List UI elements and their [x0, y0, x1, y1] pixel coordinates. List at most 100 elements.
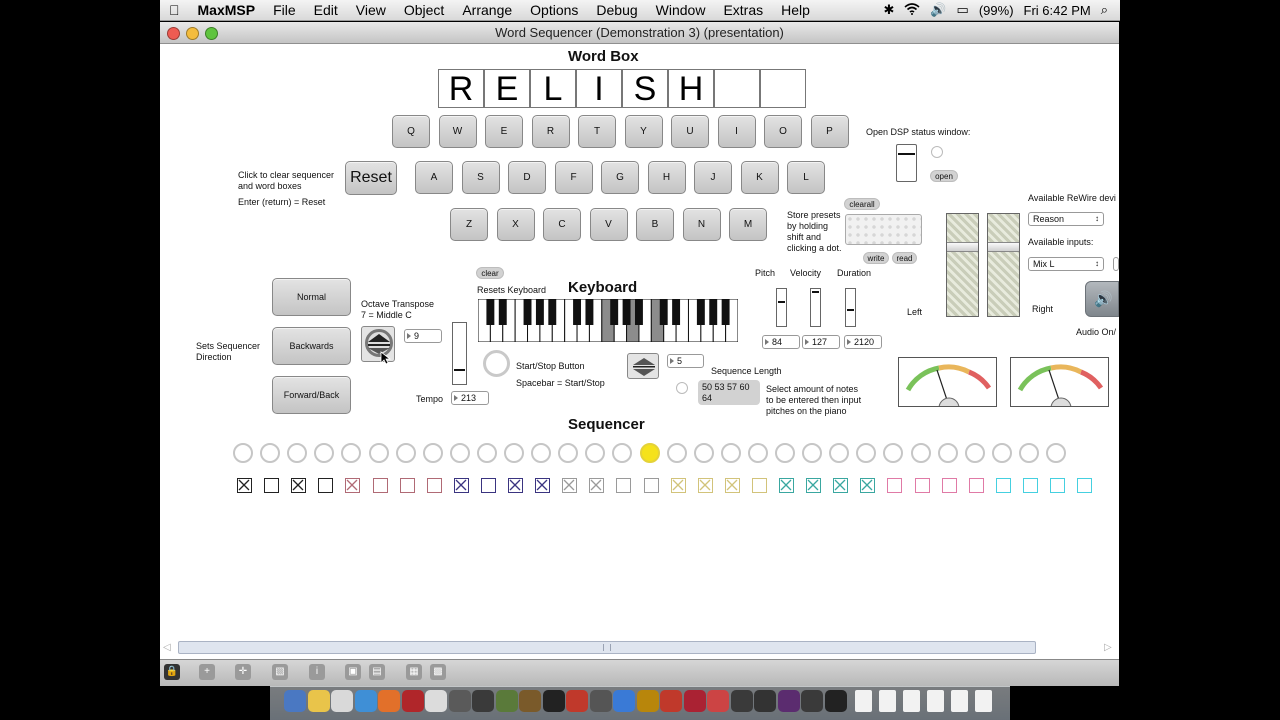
keyboard-clear-button[interactable]: clear [476, 267, 504, 279]
piano-keyboard[interactable] [478, 299, 738, 342]
duration-number-box[interactable]: 2120 [844, 335, 882, 349]
dock-app-icon[interactable] [354, 690, 377, 712]
sequencer-step-led[interactable] [558, 443, 579, 463]
menu-window[interactable]: Window [647, 2, 715, 18]
menu-extras[interactable]: Extras [714, 2, 772, 18]
octave-number-box[interactable]: 9 [404, 329, 442, 343]
dock-app-icon[interactable] [519, 690, 541, 712]
dock-document-icon[interactable] [879, 690, 896, 712]
key-j[interactable]: J [694, 161, 732, 194]
preset-grid[interactable] [845, 214, 922, 245]
sequencer-step-led[interactable] [747, 443, 768, 463]
sequencer-step-toggle[interactable] [535, 478, 551, 493]
piano-black-key[interactable] [634, 299, 643, 325]
piano-black-key[interactable] [709, 299, 718, 325]
reset-button[interactable]: Reset [345, 161, 397, 195]
dock-app-icon[interactable] [542, 690, 565, 712]
lock-icon[interactable]: 🔒 [164, 664, 180, 680]
snap-grid-icon[interactable]: ▩ [430, 664, 446, 680]
key-a[interactable]: A [415, 161, 453, 194]
sequencer-step-toggle[interactable] [291, 478, 307, 493]
sequencer-step-toggle[interactable] [751, 478, 767, 493]
menu-help[interactable]: Help [772, 2, 819, 18]
sequencer-step-toggle[interactable] [724, 478, 740, 493]
gain-slider-left[interactable] [946, 213, 979, 317]
presentation-icon[interactable]: ▧ [272, 664, 288, 680]
key-g[interactable]: G [601, 161, 639, 194]
dock-document-icon[interactable] [927, 690, 944, 712]
octave-stepper[interactable] [361, 326, 395, 365]
key-e[interactable]: E [485, 115, 523, 148]
sequencer-step-led[interactable] [449, 443, 470, 463]
apple-icon[interactable]:  [160, 2, 189, 18]
velocity-number-box[interactable]: 127 [802, 335, 840, 349]
sequencer-step-led[interactable] [693, 443, 714, 463]
piano-black-key[interactable] [535, 299, 544, 325]
sequencer-step-toggle[interactable] [833, 478, 849, 493]
key-h[interactable]: H [647, 161, 686, 194]
key-q[interactable]: Q [392, 115, 430, 148]
piano-black-key[interactable] [573, 299, 582, 325]
sequencer-step-toggle[interactable] [806, 478, 822, 493]
key-z[interactable]: Z [450, 208, 488, 241]
horizontal-scrollbar[interactable] [178, 641, 1036, 654]
sequencer-step-toggle[interactable] [480, 478, 496, 493]
dock-app-icon[interactable] [730, 690, 753, 712]
piano-black-key[interactable] [721, 299, 730, 325]
normal-direction-button[interactable]: Normal [272, 278, 351, 316]
key-c[interactable]: C [543, 208, 581, 241]
grid-icon[interactable]: ▦ [406, 664, 422, 680]
sequencer-step-led[interactable] [314, 443, 335, 463]
sequence-length-number-box[interactable]: 5 [667, 354, 704, 368]
menu-options[interactable]: Options [521, 2, 587, 18]
dock-document-icon[interactable] [975, 690, 992, 712]
move-icon[interactable]: ✛ [235, 664, 251, 680]
sequencer-step-led[interactable] [395, 443, 416, 463]
dock-app-icon[interactable] [683, 690, 706, 712]
clock[interactable]: Fri 6:42 PM [1024, 3, 1091, 18]
preset-read-button[interactable]: read [892, 252, 917, 264]
piano-black-key[interactable] [659, 299, 668, 325]
menu-file[interactable]: File [264, 2, 305, 18]
dock-document-icon[interactable] [903, 690, 920, 712]
key-s[interactable]: S [461, 161, 500, 194]
sequencer-step-led[interactable] [829, 443, 850, 463]
sequencer-step-toggle[interactable] [1050, 478, 1065, 493]
key-m[interactable]: M [729, 208, 767, 241]
sequencer-step-toggle[interactable] [318, 478, 334, 493]
key-i[interactable]: I [717, 115, 756, 148]
menu-edit[interactable]: Edit [305, 2, 347, 18]
key-x[interactable]: X [496, 208, 535, 241]
sequencer-step-toggle[interactable] [914, 478, 930, 493]
sequencer-step-led[interactable] [422, 443, 443, 463]
patcher-view-icon[interactable]: ▣ [345, 664, 361, 680]
sequencer-step-toggle[interactable] [941, 478, 957, 493]
scroll-right-icon[interactable]: ▷ [1104, 642, 1112, 653]
dock-document-icon[interactable] [951, 690, 968, 712]
sequencer-step-toggle[interactable] [670, 478, 686, 493]
dock-app-icon[interactable] [284, 690, 306, 712]
sequencer-step-led[interactable] [531, 443, 552, 463]
sequencer-step-led[interactable] [287, 443, 308, 463]
sequencer-step-toggle[interactable] [508, 478, 523, 493]
dsp-open-button[interactable]: open [930, 170, 958, 182]
key-d[interactable]: D [508, 161, 546, 194]
spotlight-icon[interactable]: ⌕ [1101, 2, 1108, 18]
sequencer-step-toggle[interactable] [860, 478, 876, 493]
sequence-notes-message[interactable]: 50 53 57 60 64 [698, 380, 760, 405]
sequencer-step-toggle[interactable] [697, 478, 713, 493]
sequencer-step-led[interactable] [1046, 443, 1066, 463]
key-l[interactable]: L [787, 161, 825, 194]
dock-app-icon[interactable] [636, 690, 659, 712]
piano-black-key[interactable] [548, 299, 557, 325]
key-y[interactable]: Y [624, 115, 663, 148]
sequencer-step-toggle[interactable] [264, 478, 280, 493]
dock-app-icon[interactable] [801, 690, 823, 712]
velocity-slider[interactable] [810, 288, 821, 327]
key-t[interactable]: T [578, 115, 616, 148]
sequencer-step-led[interactable] [883, 443, 904, 463]
sequencer-step-toggle[interactable] [1022, 478, 1038, 493]
dock-app-icon[interactable] [660, 690, 682, 712]
sequencer-step-led[interactable] [476, 443, 497, 463]
piano-black-key[interactable] [610, 299, 619, 325]
